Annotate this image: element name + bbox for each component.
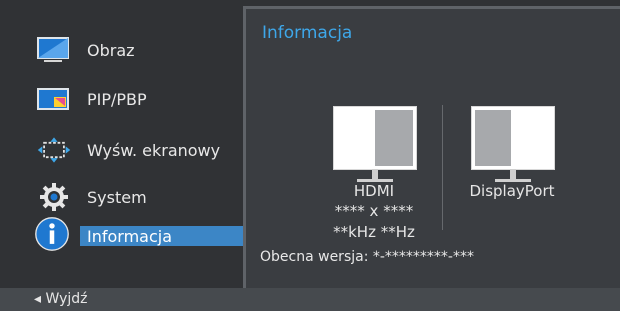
firmware-version: Obecna wersja: *-*********-*** <box>260 249 474 265</box>
footer-bar: ◂ Wyjdź <box>0 288 620 311</box>
hdmi-monitor-stand-neck <box>372 169 378 179</box>
menu-label-pip-pbp: PIP/PBP <box>87 89 147 109</box>
displayport-monitor-stand-neck <box>510 169 516 179</box>
onscreen-display-icon <box>36 135 72 165</box>
monitor-left-half <box>475 110 511 166</box>
information-panel: Informacja HDMI **** x **** **kHz **Hz D… <box>243 6 620 288</box>
exit-button[interactable]: ◂ Wyjdź <box>34 291 87 307</box>
menu-label-wysw-ekranowy: Wyśw. ekranowy <box>87 140 221 160</box>
pip-pbp-icon <box>36 84 72 114</box>
menu-label-informacja: Informacja <box>87 226 173 246</box>
menu-item-obraz[interactable]: Obraz <box>0 33 243 67</box>
panel-title: Informacja <box>262 23 353 43</box>
picture-icon <box>36 35 72 65</box>
hdmi-source-label: HDMI <box>353 182 395 200</box>
hdmi-frequency: **kHz **Hz <box>333 223 415 241</box>
menu-item-wysw-ekranowy[interactable]: Wyśw. ekranowy <box>0 133 243 167</box>
displayport-monitor-icon <box>471 106 555 170</box>
menu-item-pip-pbp[interactable]: PIP/PBP <box>0 82 243 116</box>
column-divider <box>442 105 443 230</box>
menu-label-system: System <box>87 187 147 207</box>
monitor-right-half <box>514 110 551 166</box>
hdmi-resolution: **** x **** <box>334 202 414 220</box>
menu-label-obraz: Obraz <box>87 40 135 60</box>
monitor-left-half <box>337 110 373 166</box>
hdmi-monitor-icon <box>333 106 417 170</box>
gear-icon <box>36 182 72 212</box>
monitor-right-half <box>375 110 413 166</box>
menu-item-informacja[interactable]: Informacja <box>0 217 243 253</box>
displayport-source-label: DisplayPort <box>469 182 555 200</box>
osd-window: Obraz PIP/PBP Wyśw. ekranowy System Info… <box>0 0 620 311</box>
sidebar-menu: Obraz PIP/PBP Wyśw. ekranowy System Info… <box>0 0 243 288</box>
menu-item-system[interactable]: System <box>0 180 243 214</box>
info-icon <box>34 212 70 256</box>
